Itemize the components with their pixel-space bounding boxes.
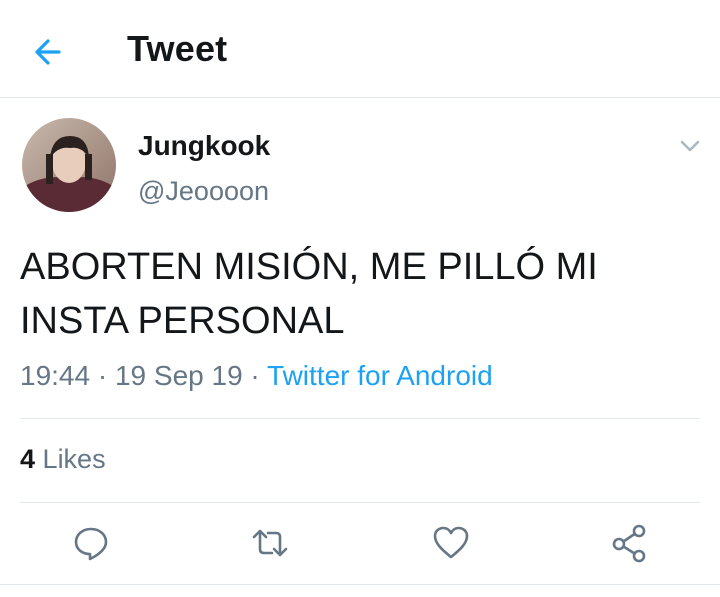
heart-icon	[433, 526, 469, 559]
avatar-image	[22, 118, 116, 212]
share-icon	[612, 524, 646, 563]
divider	[20, 418, 700, 419]
top-bar: Tweet	[0, 0, 720, 98]
tweet-meta: 19:44 · 19 Sep 19 · Twitter for Android	[20, 360, 493, 392]
divider	[20, 502, 700, 503]
avatar[interactable]	[22, 118, 116, 212]
arrow-left-icon	[35, 39, 61, 65]
retweet-icon	[252, 529, 288, 557]
meta-separator: ·	[250, 360, 260, 391]
meta-separator: ·	[97, 360, 108, 391]
page-title: Tweet	[127, 28, 228, 69]
likes-count: 4	[20, 444, 36, 474]
tweet-date: 19 Sep 19	[114, 360, 243, 391]
tweet-text: ABORTEN MISIÓN, ME PILLÓ MI INSTA PERSON…	[20, 246, 598, 342]
like-button[interactable]	[431, 523, 471, 563]
likes-stat[interactable]: 4 Likes	[20, 444, 106, 475]
divider	[0, 584, 720, 585]
retweet-button[interactable]	[250, 523, 290, 563]
share-button[interactable]	[610, 523, 650, 563]
reply-icon	[74, 527, 108, 561]
likes-label: Likes	[42, 444, 106, 474]
tweet-menu-button[interactable]	[676, 132, 704, 160]
tweet-source-link[interactable]: Twitter for Android	[267, 360, 493, 391]
chevron-down-icon	[680, 140, 700, 152]
tweet-time: 19:44	[20, 360, 91, 391]
back-button[interactable]	[28, 32, 68, 72]
author-display-name[interactable]: Jungkook	[138, 130, 270, 162]
reply-button[interactable]	[71, 523, 111, 563]
author-handle[interactable]: @Jeoooon	[138, 176, 269, 207]
